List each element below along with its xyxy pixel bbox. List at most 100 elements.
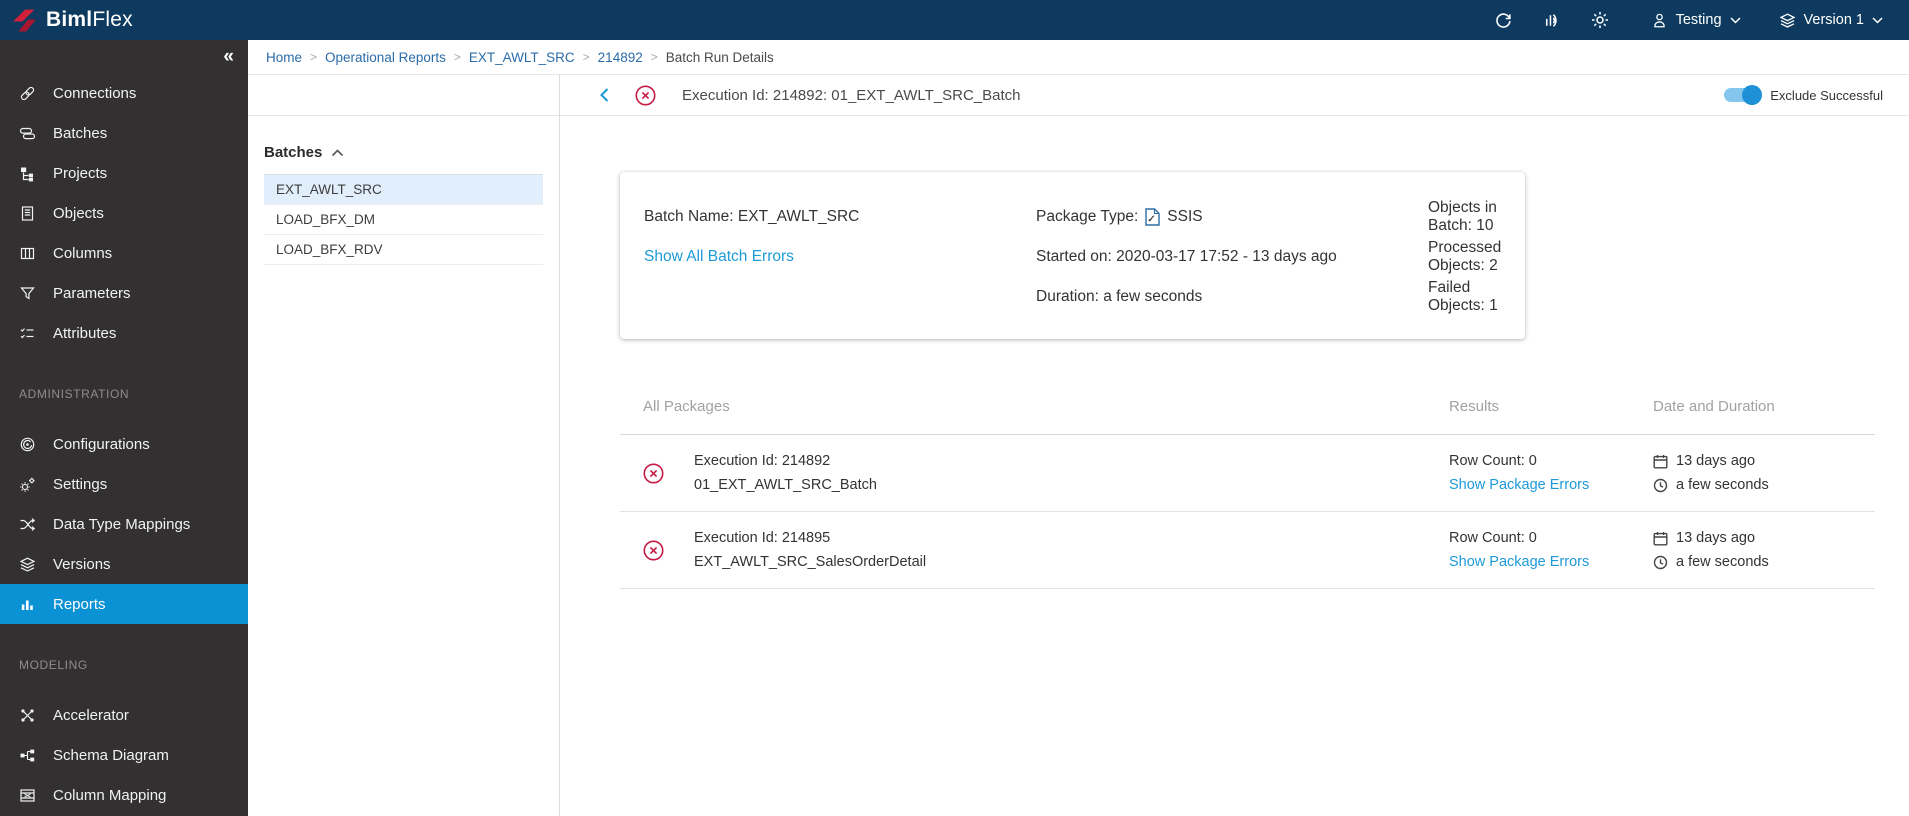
package-type-value: SSIS xyxy=(1167,208,1203,225)
clock-icon xyxy=(1653,555,1668,569)
batches-icon xyxy=(19,125,36,142)
user-menu-label: Testing xyxy=(1675,12,1722,28)
breadcrumb-link-batch[interactable]: EXT_AWLT_SRC xyxy=(469,50,575,65)
columns-icon xyxy=(19,245,36,262)
failed-objects: Failed Objects: 1 xyxy=(1428,279,1498,314)
sidebar-item-reports[interactable]: Reports xyxy=(0,584,248,624)
sidebar-section-modeling: MODELING xyxy=(19,658,88,672)
exclude-successful-label: Exclude Successful xyxy=(1770,87,1883,103)
package-type: Package Type: SSIS xyxy=(1036,208,1428,226)
breadcrumb-separator: > xyxy=(310,50,318,64)
user-menu[interactable]: Testing xyxy=(1651,12,1741,29)
analytics-icon[interactable] xyxy=(1539,7,1565,33)
breadcrumb-link-execution-id[interactable]: 214892 xyxy=(598,50,643,65)
sidebar-item-label: Attributes xyxy=(53,324,117,342)
sidebar-item-configurations[interactable]: Configurations xyxy=(0,424,248,464)
projects-icon xyxy=(19,165,36,182)
layers-icon xyxy=(19,556,36,573)
calendar-icon xyxy=(1653,454,1668,468)
bimlflex-logo[interactable]: BimlFlex xyxy=(12,8,133,33)
row-date: 13 days ago xyxy=(1676,453,1756,469)
column-header-date-duration: Date and Duration xyxy=(1653,398,1775,415)
breadcrumb: Home > Operational Reports > EXT_AWLT_SR… xyxy=(248,40,1909,75)
sidebar-item-settings[interactable]: Settings xyxy=(0,464,248,504)
error-status-icon xyxy=(635,85,656,106)
sidebar-item-data-type-mappings[interactable]: Data Type Mappings xyxy=(0,504,248,544)
sidebar-item-label: Settings xyxy=(53,475,108,493)
sidebar-item-parameters[interactable]: Parameters xyxy=(0,273,248,313)
column-mapping-icon xyxy=(19,787,36,804)
gears-icon xyxy=(19,476,36,493)
sidebar-item-label: Accelerator xyxy=(53,706,129,724)
batch-list-item[interactable]: LOAD_BFX_RDV xyxy=(264,235,543,265)
bimlflex-wordmark: BimlFlex xyxy=(46,8,133,32)
collapse-sidebar-icon[interactable]: « xyxy=(223,47,234,66)
row-count: Row Count: 0 xyxy=(1449,530,1537,546)
page-title: Execution Id: 214892: 01_EXT_AWLT_SRC_Ba… xyxy=(682,86,1021,104)
execution-id: Execution Id: 214892 xyxy=(694,453,831,469)
sidebar-item-schema-diagram[interactable]: Schema Diagram xyxy=(0,735,248,775)
bar-chart-icon xyxy=(19,596,36,613)
chevron-down-icon xyxy=(1872,16,1883,24)
chevron-up-icon xyxy=(332,148,344,156)
sidebar-item-columns[interactable]: Columns xyxy=(0,233,248,273)
sidebar-item-label: Connections xyxy=(53,84,137,102)
exclude-successful-toggle[interactable] xyxy=(1724,85,1763,105)
filter-icon xyxy=(19,285,36,302)
clock-icon xyxy=(1653,478,1668,492)
sidebar-section-administration: ADMINISTRATION xyxy=(19,387,130,401)
sidebar-item-connections[interactable]: Connections xyxy=(0,73,248,113)
batch-list-item[interactable]: EXT_AWLT_SRC xyxy=(264,175,543,205)
batch-run-details-main: Execution Id: 214892: 01_EXT_AWLT_SRC_Ba… xyxy=(560,75,1909,816)
content-area: Batch Name: EXT_AWLT_SRC Show All Batch … xyxy=(560,116,1909,816)
show-package-errors-link[interactable]: Show Package Errors xyxy=(1449,473,1653,497)
link-icon xyxy=(19,85,36,102)
column-header-all-packages: All Packages xyxy=(643,398,730,415)
column-header-results: Results xyxy=(1449,398,1500,415)
refresh-icon[interactable] xyxy=(1491,7,1517,33)
configurations-icon xyxy=(19,436,36,453)
back-button[interactable] xyxy=(600,88,609,102)
breadcrumb-current: Batch Run Details xyxy=(665,49,774,65)
row-date: 13 days ago xyxy=(1676,530,1756,546)
version-menu-label: Version 1 xyxy=(1803,12,1864,28)
sidebar-item-label: Batches xyxy=(53,124,108,142)
layers-icon xyxy=(1779,12,1796,28)
version-menu[interactable]: Version 1 xyxy=(1779,12,1883,29)
sidebar-item-versions[interactable]: Versions xyxy=(0,544,248,584)
sidebar-item-projects[interactable]: Projects xyxy=(0,153,248,193)
sidebar-item-label: Column Mapping xyxy=(53,786,167,804)
logo-text-bold: Biml xyxy=(46,8,93,31)
breadcrumb-link-operational-reports[interactable]: Operational Reports xyxy=(325,50,446,65)
breadcrumb-separator: > xyxy=(650,50,658,64)
package-name: 01_EXT_AWLT_SRC_Batch xyxy=(694,477,877,493)
batches-panel: Batches EXT_AWLT_SRC LOAD_BFX_DM LOAD_BF… xyxy=(248,75,560,816)
objects-icon xyxy=(19,205,36,222)
sidebar-item-label: Parameters xyxy=(53,284,131,302)
attributes-icon xyxy=(19,325,36,342)
batch-list-item[interactable]: LOAD_BFX_DM xyxy=(264,205,543,235)
network-icon xyxy=(19,707,36,724)
sidebar-item-batches[interactable]: Batches xyxy=(0,113,248,153)
sidebar: « Connections Batches Projects Objects C… xyxy=(0,40,248,816)
sidebar-item-objects[interactable]: Objects xyxy=(0,193,248,233)
bimlflex-logo-icon xyxy=(13,9,36,31)
objects-in-batch: Objects in Batch: 10 xyxy=(1428,199,1497,234)
chevron-down-icon xyxy=(1730,16,1741,24)
show-package-errors-link[interactable]: Show Package Errors xyxy=(1449,550,1653,574)
schema-icon xyxy=(19,747,36,764)
sidebar-item-label: Configurations xyxy=(53,435,150,453)
gear-icon[interactable] xyxy=(1587,7,1613,33)
sidebar-item-label: Columns xyxy=(53,244,113,262)
chevron-left-icon xyxy=(600,88,609,102)
show-all-batch-errors-link[interactable]: Show All Batch Errors xyxy=(644,248,1036,266)
row-count: Row Count: 0 xyxy=(1449,453,1537,469)
batches-panel-title[interactable]: Batches xyxy=(264,144,543,161)
processed-objects: Processed Objects: 2 xyxy=(1428,239,1502,274)
sidebar-item-accelerator[interactable]: Accelerator xyxy=(0,695,248,735)
sidebar-item-attributes[interactable]: Attributes xyxy=(0,313,248,353)
batch-summary-card: Batch Name: EXT_AWLT_SRC Show All Batch … xyxy=(620,172,1525,339)
sidebar-item-column-mapping[interactable]: Column Mapping xyxy=(0,775,248,815)
sidebar-item-label: Projects xyxy=(53,164,108,182)
breadcrumb-link-home[interactable]: Home xyxy=(266,50,302,65)
